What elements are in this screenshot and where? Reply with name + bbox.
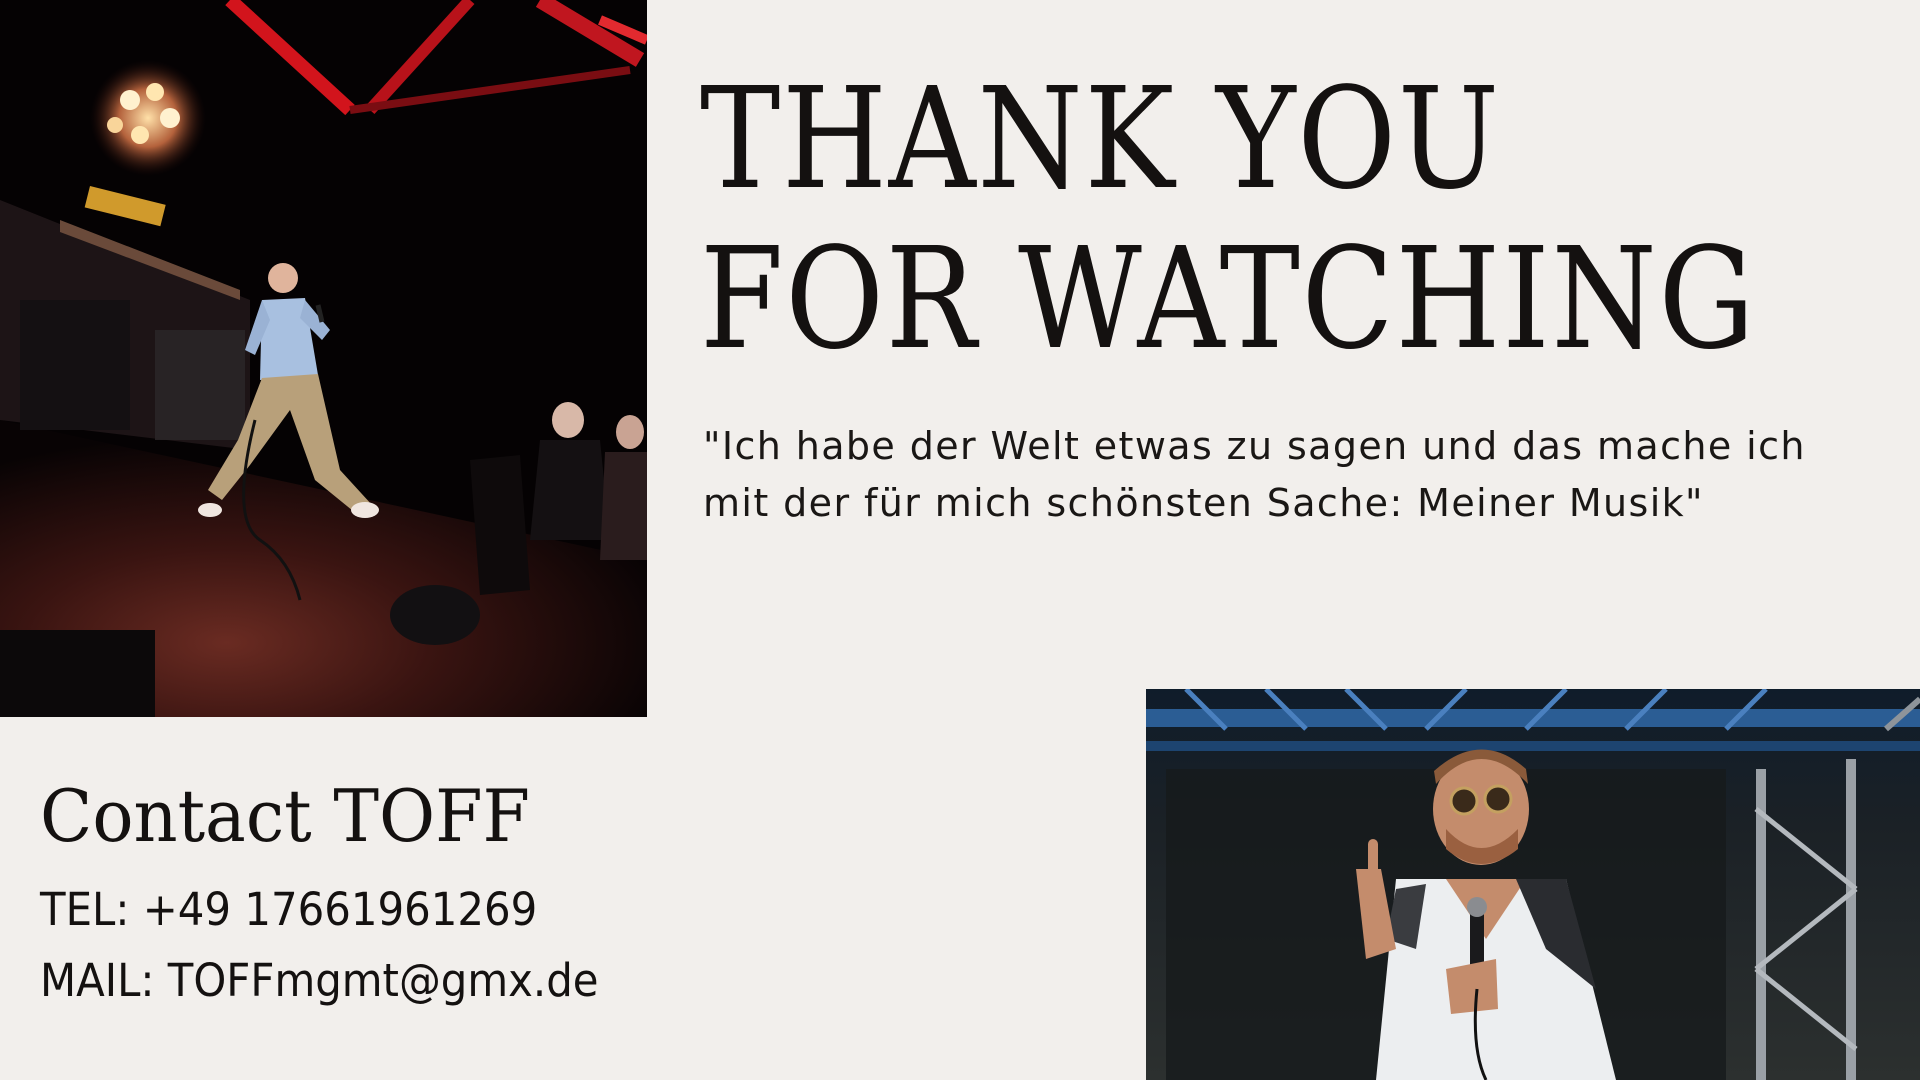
contact-phone[interactable]: TEL: +49 17661961269 [40, 880, 537, 940]
quote-line-2: mit der für mich schönsten Sache: Meiner… [703, 481, 1704, 525]
portrait-photo [1146, 689, 1920, 1080]
portrait-photo-image [1146, 689, 1920, 1080]
headline-line-2: FOR WATCHING [700, 218, 1757, 381]
stage-photo-image [0, 0, 647, 717]
headline: THANK YOU FOR WATCHING [700, 58, 1757, 381]
quote: "Ich habe der Welt etwas zu sagen und da… [703, 418, 1903, 532]
stage-photo [0, 0, 647, 717]
contact-email[interactable]: MAIL: TOFFmgmt@gmx.de [40, 951, 599, 1011]
headline-line-1: THANK YOU [700, 58, 1501, 221]
contact-title: Contact TOFF [40, 774, 530, 858]
quote-line-1: "Ich habe der Welt etwas zu sagen und da… [703, 424, 1806, 468]
slide: THANK YOU FOR WATCHING "Ich habe der Wel… [0, 0, 1920, 1080]
